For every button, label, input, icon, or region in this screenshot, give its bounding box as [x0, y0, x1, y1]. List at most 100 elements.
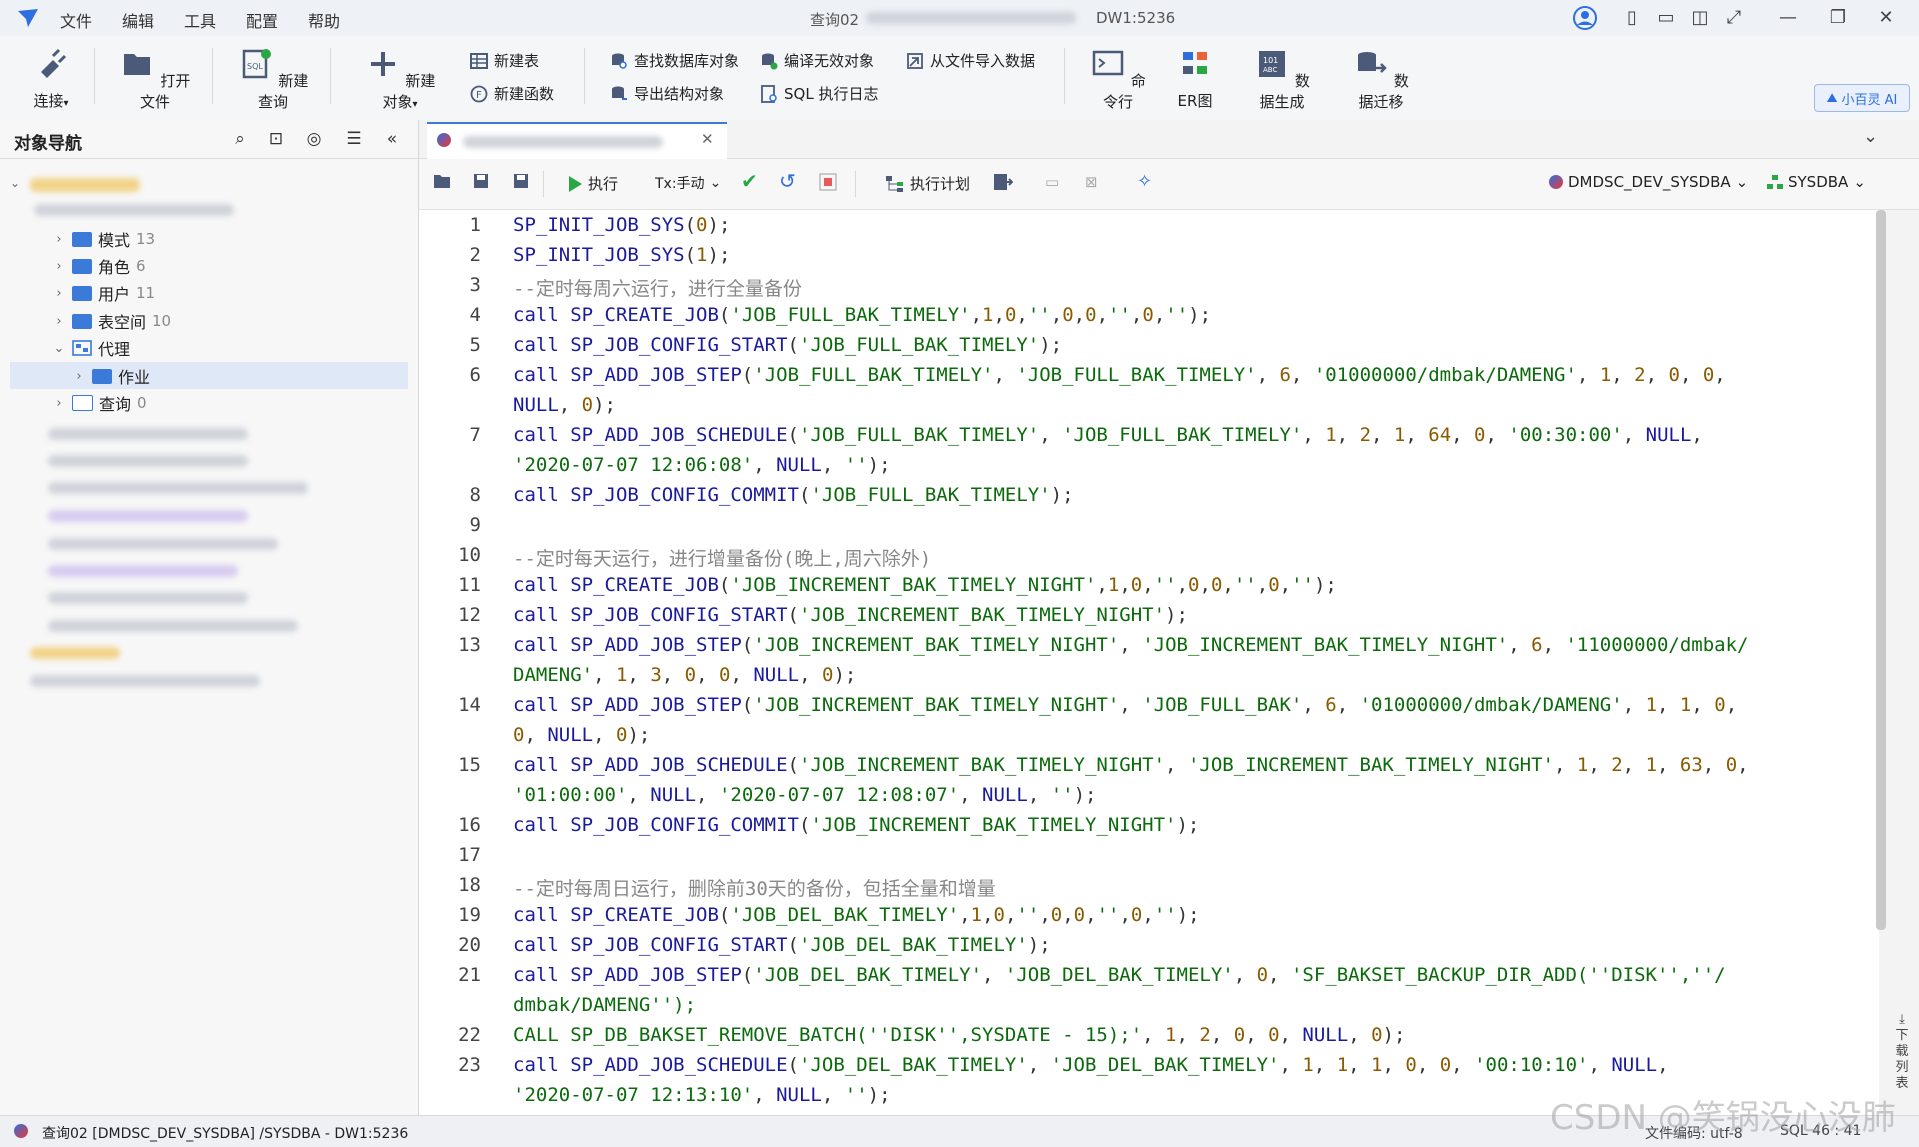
code-line[interactable]: --定时每天运行，进行增量备份(晚上,周六除外) [513, 544, 931, 571]
code-line[interactable]: dmbak/DAMENG''); [513, 994, 696, 1016]
code-line[interactable]: '01:00:00', NULL, '2020-07-07 12:08:07',… [513, 784, 1096, 806]
menu-file[interactable]: 文件 [60, 8, 92, 32]
code-line[interactable]: '2020-07-07 12:06:08', NULL, ''); [513, 454, 891, 476]
schema-select[interactable]: SYSDBA ⌄ [1767, 173, 1866, 191]
execute-button[interactable]: 执行 [567, 173, 618, 194]
search-icon[interactable]: ⌕ [230, 129, 250, 149]
tree-item-job-selected[interactable] [10, 362, 408, 389]
tab-query02[interactable]: ✕ [427, 122, 727, 160]
save-all-icon[interactable] [511, 173, 529, 189]
comment-icon[interactable]: ▭ [1045, 173, 1059, 191]
download-list-tab[interactable]: ⤓ 下载列表 [1890, 1012, 1914, 1092]
close-icon[interactable]: ✕ [1874, 6, 1898, 30]
ai-assistant-button[interactable]: ⛰ 小百灵 AI [1814, 84, 1910, 112]
stop-icon[interactable] [819, 173, 837, 191]
tree-item-schema[interactable]: › 模式 13 [52, 226, 155, 252]
code-line[interactable]: NULL, 0); [513, 394, 616, 416]
layout-top-icon[interactable]: ▭ [1654, 6, 1678, 30]
new-function-button[interactable]: F 新建函数 [470, 83, 554, 104]
code-line[interactable]: call SP_ADD_JOB_STEP('JOB_INCREMENT_BAK_… [513, 634, 1749, 656]
tree-item-job[interactable]: › 作业 [72, 363, 150, 389]
maximize-icon[interactable]: ❐ [1826, 6, 1850, 30]
new-table-button[interactable]: 新建表 [470, 50, 539, 71]
code-token: 0 [1256, 964, 1269, 986]
sql-log-button[interactable]: SQL 执行日志 [760, 83, 878, 104]
chevron-down-icon[interactable]: ⌄ [1863, 126, 1878, 147]
tree-item-tablespace[interactable]: › 表空间 10 [52, 308, 171, 334]
compile-invalid-button[interactable]: 编译无效对象 [760, 50, 874, 71]
open-file-button[interactable]: 打开文件 [118, 48, 192, 112]
code-line[interactable]: --定时每周日运行，删除前30天的备份，包括全量和增量 [513, 874, 996, 901]
layout-split-icon[interactable]: ◫ [1688, 6, 1712, 30]
new-object-button[interactable]: 新建对象▾ [360, 48, 440, 112]
filter-icon[interactable]: ◎ [304, 129, 324, 149]
collapse-all-icon[interactable]: ☰ [344, 129, 364, 149]
code-line[interactable]: call SP_JOB_CONFIG_START('JOB_DEL_BAK_TI… [513, 934, 1051, 956]
code-line[interactable]: 0, NULL, 0); [513, 724, 650, 746]
export-struct-button[interactable]: 导出结构对象 [610, 83, 724, 104]
migrate-button[interactable]: 数据迁移 [1346, 48, 1416, 112]
code-line[interactable]: call SP_JOB_CONFIG_START('JOB_INCREMENT_… [513, 604, 1188, 626]
code-line[interactable]: call SP_ADD_JOB_STEP('JOB_DEL_BAK_TIMELY… [513, 964, 1726, 986]
open-icon[interactable] [433, 173, 451, 189]
code-token: 0 [1668, 364, 1680, 386]
code-line[interactable]: call SP_ADD_JOB_SCHEDULE('JOB_FULL_BAK_T… [513, 424, 1703, 446]
code-line[interactable]: call SP_ADD_JOB_SCHEDULE('JOB_INCREMENT_… [513, 754, 1749, 776]
code-line[interactable]: DAMENG', 1, 3, 0, 0, NULL, 0); [513, 664, 856, 686]
code-token: 'JOB_INCREMENT_BAK_TIMELY_NIGHT' [753, 634, 1120, 656]
layout-left-icon[interactable]: ▯ [1620, 6, 1644, 30]
code-line[interactable]: call SP_ADD_JOB_SCHEDULE('JOB_DEL_BAK_TI… [513, 1054, 1669, 1076]
rollback-icon[interactable]: ↺ [779, 169, 796, 193]
export-result-icon[interactable] [993, 173, 1013, 191]
code-line[interactable]: call SP_JOB_CONFIG_START('JOB_FULL_BAK_T… [513, 334, 1062, 356]
uncomment-icon[interactable]: ⊠ [1085, 173, 1098, 191]
menu-tools[interactable]: 工具 [184, 8, 216, 32]
code-line[interactable]: SP_INIT_JOB_SYS(1); [513, 244, 730, 266]
code-line[interactable]: call SP_ADD_JOB_STEP('JOB_FULL_BAK_TIMEL… [513, 364, 1726, 386]
minimize-icon[interactable]: — [1776, 6, 1800, 30]
close-tab-icon[interactable]: ✕ [701, 130, 714, 148]
exec-plan-button[interactable]: 执行计划 [885, 173, 970, 194]
code-line[interactable]: call SP_CREATE_JOB('JOB_DEL_BAK_TIMELY',… [513, 904, 1200, 926]
menu-help[interactable]: 帮助 [308, 8, 340, 32]
code-line[interactable]: call SP_CREATE_JOB('JOB_FULL_BAK_TIMELY'… [513, 304, 1211, 326]
folder-icon [72, 313, 92, 329]
tx-mode-select[interactable]: Tx:手动 ⌄ [655, 173, 721, 193]
fullscreen-icon[interactable]: ⤢ [1722, 6, 1746, 30]
code-line[interactable]: SP_INIT_JOB_SYS(0); [513, 214, 730, 236]
editor-scrollbar[interactable] [1876, 210, 1886, 930]
menu-edit[interactable]: 编辑 [122, 8, 154, 32]
connection-select[interactable]: DMDSC_DEV_SYSDBA ⌄ [1549, 173, 1748, 191]
chevron-down-icon: ⌄ [1853, 173, 1866, 191]
sql-editor[interactable]: 1 SP_INIT_JOB_SYS(0); 2 SP_INIT_JOB_SYS(1);… [419, 210, 1879, 1115]
connect-button[interactable]: 连接▾ [26, 48, 76, 111]
tree-item-role[interactable]: › 角色 6 [52, 253, 145, 279]
datagen-button[interactable]: 101 ABC 数据生成 [1250, 48, 1314, 112]
code-line[interactable]: CALL SP_DB_BAKSET_REMOVE_BATCH(''DISK'',… [513, 1024, 1405, 1046]
tree-item-user[interactable]: › 用户 11 [52, 280, 155, 306]
hide-panel-icon[interactable]: « [382, 129, 402, 149]
code-line[interactable]: call SP_JOB_CONFIG_COMMIT('JOB_INCREMENT… [513, 814, 1199, 836]
commit-check-icon[interactable]: ✔ [741, 169, 758, 193]
code-token: 'JOB_INCREMENT_BAK_TIMELY_NIGHT' [730, 574, 1097, 596]
locate-folder-icon[interactable]: ⊡ [266, 129, 286, 149]
find-db-object-button[interactable]: 查找数据库对象 [610, 50, 739, 71]
cmdline-button[interactable]: 命令行 [1090, 48, 1146, 112]
code-line[interactable]: call SP_ADD_JOB_STEP('JOB_INCREMENT_BAK_… [513, 694, 1737, 716]
code-line[interactable]: call SP_CREATE_JOB('JOB_INCREMENT_BAK_TI… [513, 574, 1337, 596]
er-button[interactable]: ER图 [1170, 48, 1220, 111]
new-query-button[interactable]: SQL 新建查询 [236, 48, 310, 112]
chevron-down-icon[interactable]: ⌄ [10, 176, 20, 190]
code-token: call [513, 424, 571, 446]
code-line[interactable]: call SP_JOB_CONFIG_COMMIT('JOB_FULL_BAK_… [513, 484, 1074, 506]
user-avatar-icon[interactable] [1572, 5, 1598, 31]
code-line[interactable]: '2020-07-07 12:13:10', NULL, ''); [513, 1084, 891, 1106]
format-wand-icon[interactable]: ✧ [1137, 171, 1152, 192]
code-line[interactable]: --定时每周六运行，进行全量备份 [513, 274, 802, 301]
import-file-button[interactable]: 从文件导入数据 [906, 50, 1035, 71]
code-token: 0 [1085, 304, 1097, 326]
tree-item-query[interactable]: › 查询 0 [52, 390, 146, 416]
tree-item-agent[interactable]: ⌄ 代理 [52, 335, 130, 361]
save-icon[interactable] [473, 173, 489, 189]
menu-config[interactable]: 配置 [246, 8, 278, 32]
